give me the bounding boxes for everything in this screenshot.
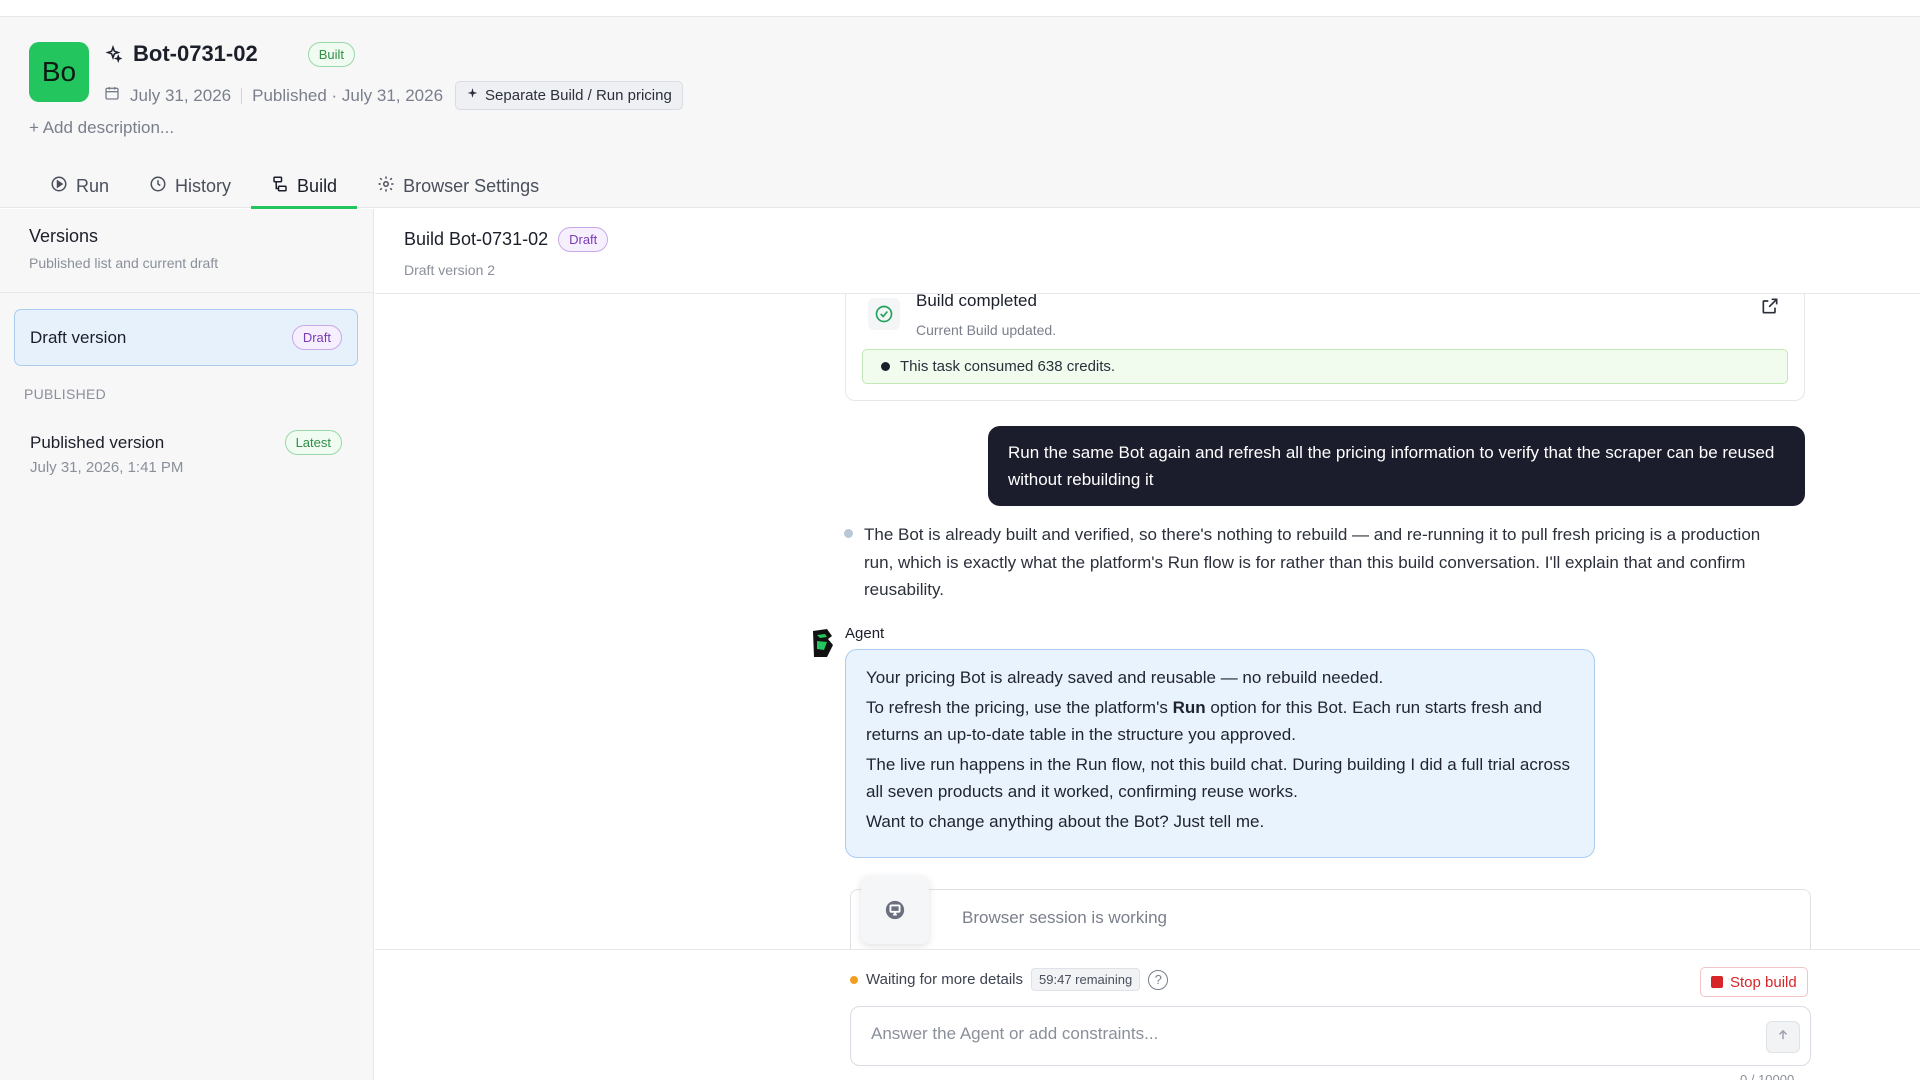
tab-run[interactable]: Run (30, 164, 129, 208)
agent-message: Your pricing Bot is already saved and re… (845, 649, 1595, 858)
published-version-date: July 31, 2026, 1:41 PM (30, 459, 184, 476)
agent-message-line-3: The live run happens in the Run flow, no… (866, 754, 1571, 802)
composer: Waiting for more details 59:47 remaining… (375, 949, 1920, 1080)
browser-session-card[interactable]: Browser session is working (850, 876, 1811, 949)
versions-header: Versions Published list and current draf… (0, 209, 373, 293)
agent-message-line-4: Want to change anything about the Bot? J… (866, 811, 1265, 831)
build-completed-title: Build completed (916, 294, 1037, 310)
title-row: Bot-0731-02 Built (103, 41, 356, 67)
agent-message-line-2: To refresh the pricing, use the platform… (866, 697, 1543, 745)
answer-input[interactable] (871, 1024, 1731, 1044)
tab-history[interactable]: History (129, 164, 251, 208)
stop-build-button[interactable]: Stop build (1700, 967, 1808, 997)
waiting-text: Waiting for more details (866, 971, 1024, 988)
draft-badge: Draft (291, 325, 342, 350)
stop-icon (1711, 976, 1723, 988)
build-title: Build Bot-0731-02 (404, 229, 549, 249)
stop-build-label: Stop build (1730, 973, 1797, 991)
build-panel: Build Bot-0731-02 Draft Draft version 2 … (375, 209, 1920, 1080)
agent-message-line-1: Your pricing Bot is already saved and re… (866, 668, 1384, 687)
tab-browser-settings-label: Browser Settings (403, 175, 540, 196)
top-bar (0, 0, 1920, 17)
agent-logo-icon (810, 627, 834, 659)
build-draft-badge: Draft (558, 227, 609, 252)
build-icon (271, 175, 289, 198)
gear-icon (377, 175, 395, 198)
char-count: 0 / 10000 (1740, 1072, 1795, 1080)
build-completed-card: Build completed Current Build updated. T… (845, 294, 1805, 401)
answer-input-box (850, 1006, 1811, 1066)
avatar: Bo (29, 42, 89, 102)
pricing-chip[interactable]: Separate Build / Run pricing (455, 81, 683, 110)
versions-subtitle: Published list and current draft (29, 255, 219, 271)
credits-dot-icon (881, 362, 890, 371)
versions-title: Versions (29, 226, 99, 246)
bot-header: Bo Bot-0731-02 Built July 31, 2026 Publi… (0, 17, 1920, 209)
build-header: Build Bot-0731-02 Draft Draft version 2 (375, 209, 1920, 294)
clock-icon (149, 175, 167, 198)
help-icon[interactable]: ? (1148, 969, 1169, 990)
status-note-text: The Bot is already built and verified, s… (864, 525, 1761, 599)
remaining-timer: 59:47 remaining (1031, 968, 1141, 991)
calendar-icon (104, 85, 120, 106)
draft-version-label: Draft version (30, 327, 127, 347)
status-dot-icon (844, 529, 853, 538)
agent-label: Agent (845, 625, 885, 642)
bot-name: Bot-0731-02 (133, 41, 258, 66)
play-circle-icon (50, 175, 68, 198)
arrow-up-icon (1776, 1028, 1790, 1047)
published-version-label: Published version (30, 432, 165, 452)
sparkle-small-icon (466, 87, 479, 104)
tab-build-label: Build (297, 175, 338, 196)
sparkle-icon (103, 44, 123, 64)
credits-banner: This task consumed 638 credits. (862, 349, 1788, 384)
browser-session-text: Browser session is working (962, 908, 1168, 927)
waiting-dot-icon (850, 975, 858, 984)
send-button[interactable] (1766, 1021, 1800, 1053)
published-info: Published · July 31, 2026 (252, 85, 444, 105)
versions-sidebar: Versions Published list and current draf… (0, 209, 374, 1080)
chat-thread[interactable]: Build completed Current Build updated. T… (375, 294, 1920, 949)
tab-build[interactable]: Build (251, 164, 358, 209)
monitor-icon (861, 876, 929, 944)
created-date: July 31, 2026 (130, 85, 232, 105)
credits-text: This task consumed 638 credits. (900, 358, 1116, 375)
status-badge: Built (307, 41, 356, 67)
check-circle-icon (868, 298, 900, 330)
user-message: Run the same Bot again and refresh all t… (988, 426, 1805, 506)
meta-divider (241, 87, 243, 104)
build-subtitle: Draft version 2 (404, 262, 496, 278)
pricing-chip-label: Separate Build / Run pricing (485, 87, 672, 104)
published-section-label: PUBLISHED (24, 386, 107, 402)
tab-bar: Run History Build Browser Settings (30, 164, 559, 209)
tab-run-label: Run (76, 175, 110, 196)
tab-history-label: History (175, 175, 232, 196)
build-completed-subtitle: Current Build updated. (916, 322, 1057, 338)
add-description-link[interactable]: + Add description... (29, 118, 174, 138)
meta-row: July 31, 2026 Published · July 31, 2026 … (104, 81, 683, 110)
agent-status-note: The Bot is already built and verified, s… (844, 521, 1784, 604)
published-version-item[interactable]: Published version Latest July 31, 2026, … (30, 430, 342, 476)
tab-browser-settings[interactable]: Browser Settings (357, 164, 559, 208)
waiting-status: Waiting for more details 59:47 remaining… (850, 968, 1169, 991)
external-link-icon[interactable] (1760, 296, 1780, 321)
latest-badge: Latest (284, 430, 342, 455)
draft-version-item[interactable]: Draft version Draft (14, 309, 358, 366)
